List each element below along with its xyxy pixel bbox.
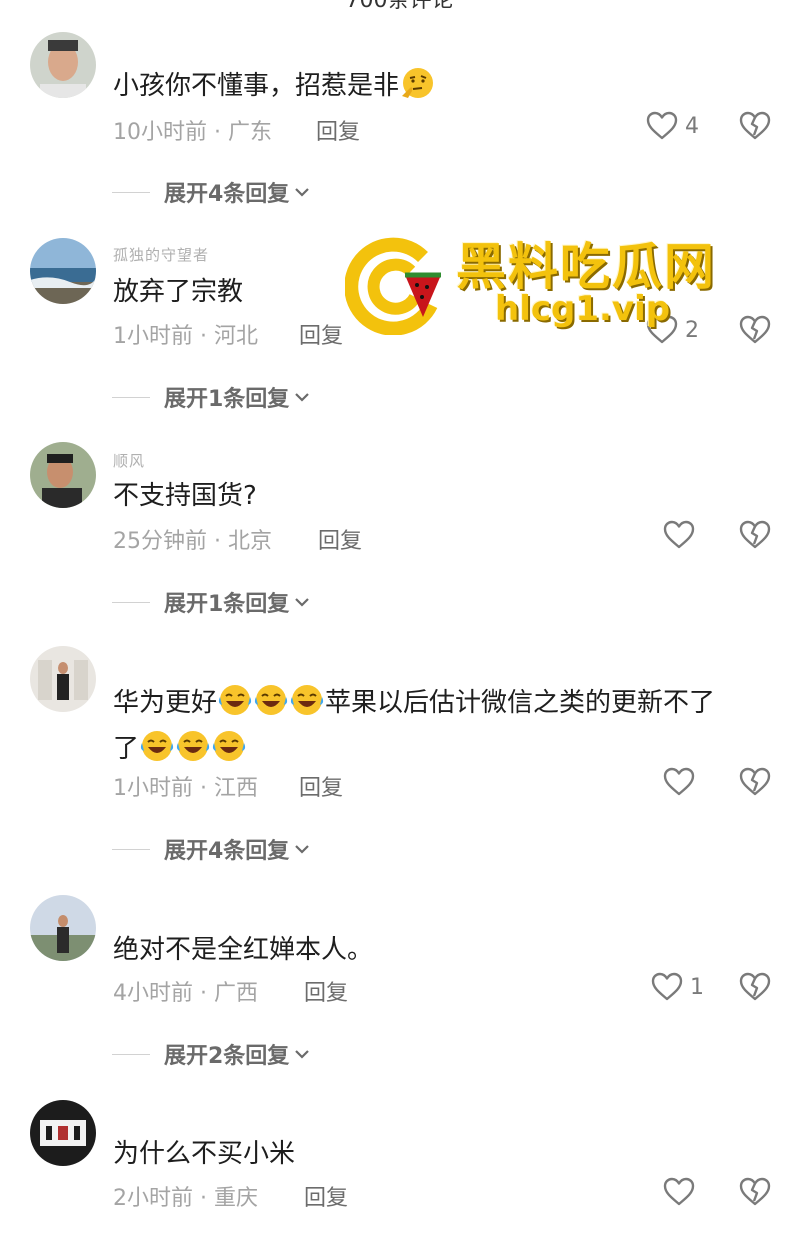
like-button[interactable] <box>662 518 696 552</box>
username[interactable]: 顺风 <box>113 450 145 471</box>
comment-text: 不支持国货? <box>113 481 257 511</box>
comment-time-location: 1小时前 · 江西 <box>113 776 258 801</box>
reply-button[interactable]: 回复 <box>318 523 362 555</box>
heart-icon <box>662 765 696 799</box>
chevron-down-icon <box>293 593 311 611</box>
expand-replies-button[interactable]: 展开1条回复 <box>112 586 311 618</box>
watermark-url: hlcg1.vip <box>495 289 671 329</box>
dislike-broken-heart-icon[interactable] <box>738 109 772 143</box>
comment-time-location: 2小时前 · 重庆 <box>113 1186 258 1211</box>
comment-text: 为什么不买小米 <box>113 1139 296 1169</box>
comment-count-title: 700条评论 <box>345 0 454 13</box>
like-button[interactable]: 1 <box>650 970 704 1004</box>
avatar[interactable] <box>30 895 96 961</box>
reply-button[interactable]: 回复 <box>304 1180 348 1212</box>
avatar[interactable] <box>30 238 96 304</box>
expand-replies-label: 展开2条回复 <box>164 1044 290 1069</box>
comment-time-location: 1小时前 · 河北 <box>113 324 258 349</box>
divider <box>112 848 150 850</box>
rolling-laughing-face-icon <box>212 729 246 763</box>
expand-replies-label: 展开4条回复 <box>164 839 290 864</box>
like-count: 1 <box>690 974 704 1000</box>
dislike-broken-heart-icon[interactable] <box>738 518 772 552</box>
comment-time-location: 4小时前 · 广西 <box>113 981 258 1006</box>
thinking-face-icon <box>400 66 434 100</box>
heart-icon <box>662 518 696 552</box>
divider <box>112 1053 150 1055</box>
comment-text: 小孩你不懂事，招惹是非 <box>113 64 773 108</box>
dislike-broken-heart-icon[interactable] <box>738 765 772 799</box>
like-count: 4 <box>685 113 699 139</box>
expand-replies-label: 展开1条回复 <box>164 592 290 617</box>
avatar[interactable] <box>30 32 96 98</box>
watermelon-logo-icon <box>345 237 441 335</box>
rolling-laughing-face-icon <box>290 683 324 717</box>
chevron-down-icon <box>293 183 311 201</box>
like-button[interactable] <box>662 765 696 799</box>
chevron-down-icon <box>293 388 311 406</box>
expand-replies-label: 展开1条回复 <box>164 387 290 412</box>
chevron-down-icon <box>293 840 311 858</box>
username[interactable]: 孤独的守望者 <box>113 244 209 265</box>
divider <box>112 191 150 193</box>
like-button[interactable]: 4 <box>645 109 699 143</box>
avatar[interactable] <box>30 1100 96 1166</box>
divider <box>112 601 150 603</box>
chevron-down-icon <box>293 1045 311 1063</box>
heart-icon <box>650 970 684 1004</box>
dislike-broken-heart-icon[interactable] <box>738 313 772 347</box>
avatar[interactable] <box>30 442 96 508</box>
expand-replies-button[interactable]: 展开4条回复 <box>112 833 311 865</box>
expand-replies-button[interactable]: 展开4条回复 <box>112 176 311 208</box>
expand-replies-label: 展开4条回复 <box>164 182 290 207</box>
site-watermark: 黑料吃瓜网 hlcg1.vip <box>345 233 725 343</box>
rolling-laughing-face-icon <box>140 729 174 763</box>
expand-replies-button[interactable]: 展开1条回复 <box>112 381 311 413</box>
like-button[interactable] <box>662 1175 696 1209</box>
expand-replies-button[interactable]: 展开2条回复 <box>112 1038 311 1070</box>
comment-time-location: 25分钟前 · 北京 <box>113 529 272 554</box>
dislike-broken-heart-icon[interactable] <box>738 1175 772 1209</box>
reply-button[interactable]: 回复 <box>299 318 343 350</box>
rolling-laughing-face-icon <box>176 729 210 763</box>
dislike-broken-heart-icon[interactable] <box>738 970 772 1004</box>
heart-icon <box>662 1175 696 1209</box>
comment-text: 华为更好 苹果以后估计微信之类的更新不了 了 <box>113 680 773 772</box>
reply-button[interactable]: 回复 <box>316 114 360 146</box>
rolling-laughing-face-icon <box>254 683 288 717</box>
heart-icon <box>645 109 679 143</box>
comment-text: 绝对不是全红婵本人。 <box>113 935 374 965</box>
divider <box>112 396 150 398</box>
rolling-laughing-face-icon <box>218 683 252 717</box>
reply-button[interactable]: 回复 <box>304 975 348 1007</box>
comment-time-location: 10小时前 · 广东 <box>113 120 272 145</box>
reply-button[interactable]: 回复 <box>299 770 343 802</box>
avatar[interactable] <box>30 646 96 712</box>
